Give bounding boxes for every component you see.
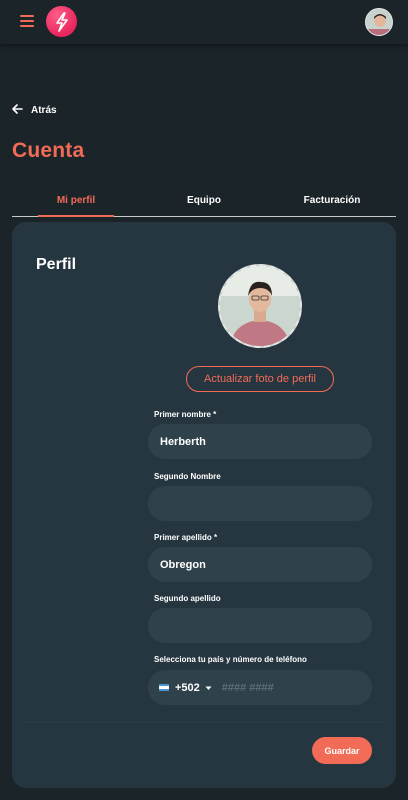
- first-surname-field[interactable]: [148, 547, 372, 582]
- chevron-down-icon: [205, 682, 212, 694]
- country-code-value: +502: [175, 681, 200, 694]
- save-button[interactable]: Guardar: [312, 737, 372, 764]
- middle-name-field[interactable]: [148, 486, 372, 521]
- first-name-field[interactable]: [148, 424, 372, 459]
- tab-equipo[interactable]: Equipo: [140, 184, 268, 216]
- phone-number-input[interactable]: [221, 675, 332, 700]
- middle-name-label: Segundo Nombre: [154, 472, 221, 481]
- arrow-left-icon: [12, 101, 23, 119]
- phone-field: +502: [148, 670, 372, 705]
- profile-photo[interactable]: [218, 264, 302, 348]
- country-code-select[interactable]: +502: [175, 682, 212, 694]
- page-title: Cuenta: [12, 139, 85, 162]
- hamburger-menu-icon[interactable]: [20, 15, 34, 27]
- back-link[interactable]: Atrás: [12, 103, 57, 117]
- tab-facturacion[interactable]: Facturación: [268, 184, 396, 216]
- first-name-label: Primer nombre *: [154, 410, 217, 419]
- lightning-bolt-icon[interactable]: [46, 6, 77, 37]
- second-surname-label: Segundo apellido: [154, 594, 221, 603]
- guatemala-flag-icon: [159, 684, 169, 691]
- back-label: Atrás: [31, 104, 57, 116]
- first-surname-label: Primer apellido *: [154, 533, 218, 542]
- user-avatar[interactable]: [365, 8, 393, 36]
- phone-label: Selecciona tu país y número de teléfono: [154, 655, 307, 664]
- profile-card: Perfil Actualizar foto de perfil Primer …: [12, 222, 396, 788]
- tab-bar: Mi perfil Equipo Facturación: [12, 184, 396, 217]
- second-surname-field[interactable]: [148, 608, 372, 643]
- divider: [24, 722, 384, 723]
- section-title: Perfil: [36, 256, 77, 273]
- top-bar: [0, 0, 408, 44]
- update-photo-button[interactable]: Actualizar foto de perfil: [186, 366, 334, 392]
- tab-mi-perfil[interactable]: Mi perfil: [12, 184, 140, 217]
- account-page: Atrás Cuenta Mi perfil Equipo Facturació…: [0, 0, 408, 800]
